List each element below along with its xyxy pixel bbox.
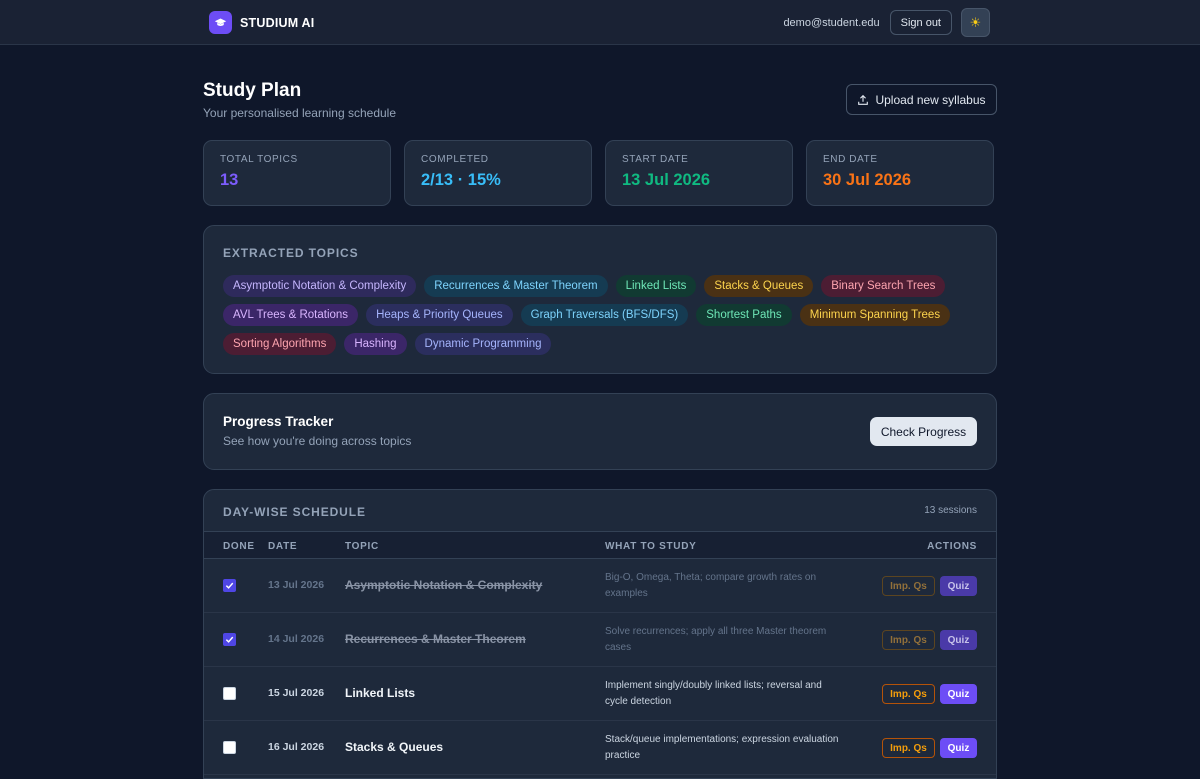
row-date: 14 Jul 2026 — [268, 633, 325, 645]
topic-chip[interactable]: Hashing — [344, 333, 407, 355]
stat-start-date: START DATE 13 Jul 2026 — [605, 140, 793, 206]
row-topic: Stacks & Queues — [345, 740, 444, 754]
table-row: 16 Jul 2026 Stacks & Queues Stack/queue im… — [204, 721, 996, 775]
extracted-topics-card: EXTRACTED TOPICS Asymptotic Notation & C… — [203, 225, 997, 374]
row-what-to-study: Solve recurrences; apply all three Maste… — [605, 626, 827, 653]
row-actions: Imp. Qs Quiz — [882, 684, 977, 704]
important-questions-button[interactable]: Imp. Qs — [882, 684, 935, 704]
row-topic: Asymptotic Notation & Complexity — [345, 578, 543, 592]
schedule-header: DAY-WISE SCHEDULE 13 sessions — [204, 490, 996, 532]
quiz-button[interactable]: Quiz — [940, 576, 977, 596]
stat-total-topics: TOTAL TOPICS 13 — [203, 140, 391, 206]
row-topic: Linked Lists — [345, 686, 416, 700]
row-date: 15 Jul 2026 — [268, 687, 325, 699]
table-row: 14 Jul 2026 Recurrences & Master Theorem S… — [204, 613, 996, 667]
schedule-card: DAY-WISE SCHEDULE 13 sessions DONE DATE … — [203, 489, 997, 779]
page-subtitle: Your personalised learning schedule — [203, 106, 397, 120]
col-actions: ACTIONS — [927, 541, 977, 552]
progress-title: Progress Tracker — [223, 414, 334, 429]
user-email: demo@student.edu — [783, 16, 880, 29]
check-icon — [225, 582, 234, 589]
done-checkbox[interactable] — [223, 741, 236, 754]
stat-value: 30 Jul 2026 — [823, 171, 912, 189]
topic-chip[interactable]: Asymptotic Notation & Complexity — [223, 275, 417, 297]
sessions-count: 13 sessions — [924, 505, 977, 516]
top-nav: STUDIUM AI demo@student.edu Sign out ☀ — [0, 0, 1200, 45]
sign-out-button[interactable]: Sign out — [889, 10, 952, 35]
stat-value: 13 Jul 2026 — [622, 171, 711, 189]
graduation-cap-icon — [209, 11, 232, 34]
topic-chip[interactable]: Graph Traversals (BFS/DFS) — [520, 304, 689, 326]
check-icon — [225, 636, 234, 643]
col-what: WHAT TO STUDY — [605, 541, 697, 552]
topic-chip[interactable]: Dynamic Programming — [414, 333, 552, 355]
stats-row: TOTAL TOPICS 13 COMPLETED 2/13 · 15% STA… — [203, 140, 997, 206]
topic-chip[interactable]: Binary Search Trees — [821, 275, 946, 297]
row-what-to-study: Implement singly/doubly linked lists; re… — [605, 680, 822, 707]
theme-toggle-button[interactable]: ☀ — [961, 8, 990, 37]
row-actions: Imp. Qs Quiz — [882, 738, 977, 758]
page-title: Study Plan — [203, 80, 302, 101]
stat-value: 2/13 · 15% — [421, 171, 501, 189]
col-topic: TOPIC — [345, 541, 379, 552]
schedule-heading: DAY-WISE SCHEDULE — [223, 505, 366, 519]
upload-icon — [858, 94, 869, 105]
topics-heading: EXTRACTED TOPICS — [223, 246, 359, 260]
check-progress-button[interactable]: Check Progress — [870, 417, 977, 446]
topic-chip[interactable]: Recurrences & Master Theorem — [424, 275, 608, 297]
stat-completed: COMPLETED 2/13 · 15% — [404, 140, 592, 206]
row-what-to-study: Big-O, Omega, Theta; compare growth rate… — [605, 572, 817, 599]
col-date: DATE — [268, 541, 298, 552]
stat-label: END DATE — [823, 154, 878, 165]
brand[interactable]: STUDIUM AI — [209, 11, 314, 34]
quiz-button[interactable]: Quiz — [940, 738, 977, 758]
table-row: 13 Jul 2026 Asymptotic Notation & Complex… — [204, 559, 996, 613]
stat-label: TOTAL TOPICS — [220, 154, 298, 165]
table-row: 15 Jul 2026 Linked Lists Implement singly/… — [204, 667, 996, 721]
important-questions-button[interactable]: Imp. Qs — [882, 738, 935, 758]
col-done: DONE — [223, 541, 255, 552]
quiz-button[interactable]: Quiz — [940, 684, 977, 704]
sun-icon: ☀ — [969, 14, 982, 30]
stat-value: 13 — [220, 171, 239, 189]
brand-name: STUDIUM AI — [240, 15, 315, 30]
row-date: 16 Jul 2026 — [268, 741, 325, 753]
topic-chip[interactable]: AVL Trees & Rotations — [223, 304, 359, 326]
upload-syllabus-label: Upload new syllabus — [875, 92, 986, 107]
upload-syllabus-button[interactable]: Upload new syllabus — [846, 84, 997, 115]
stat-end-date: END DATE 30 Jul 2026 — [806, 140, 994, 206]
schedule-rows: 13 Jul 2026 Asymptotic Notation & Complex… — [204, 559, 996, 775]
row-what-to-study: Stack/queue implementations; expression … — [605, 734, 839, 761]
important-questions-button[interactable]: Imp. Qs — [882, 630, 935, 650]
row-topic: Recurrences & Master Theorem — [345, 632, 526, 646]
stat-label: START DATE — [622, 154, 689, 165]
row-actions: Imp. Qs Quiz — [882, 630, 977, 650]
quiz-button[interactable]: Quiz — [940, 630, 977, 650]
topic-chip[interactable]: Linked Lists — [615, 275, 697, 297]
row-actions: Imp. Qs Quiz — [882, 576, 977, 596]
table-header: DONE DATE TOPIC WHAT TO STUDY ACTIONS — [204, 532, 996, 559]
done-checkbox[interactable] — [223, 687, 236, 700]
topic-chip[interactable]: Shortest Paths — [696, 304, 792, 326]
done-checkbox[interactable] — [223, 579, 236, 592]
topic-chip[interactable]: Heaps & Priority Queues — [366, 304, 513, 326]
topic-chip[interactable]: Sorting Algorithms — [223, 333, 337, 355]
topic-chip[interactable]: Stacks & Queues — [704, 275, 814, 297]
row-date: 13 Jul 2026 — [268, 579, 325, 591]
done-checkbox[interactable] — [223, 633, 236, 646]
progress-tracker-card: Progress Tracker See how you're doing ac… — [203, 393, 997, 470]
topic-chip[interactable]: Minimum Spanning Trees — [799, 304, 951, 326]
stat-label: COMPLETED — [421, 154, 489, 165]
important-questions-button[interactable]: Imp. Qs — [882, 576, 935, 596]
progress-subtitle: See how you're doing across topics — [223, 434, 412, 448]
topic-chips: Asymptotic Notation & Complexity Recurren… — [223, 275, 963, 355]
